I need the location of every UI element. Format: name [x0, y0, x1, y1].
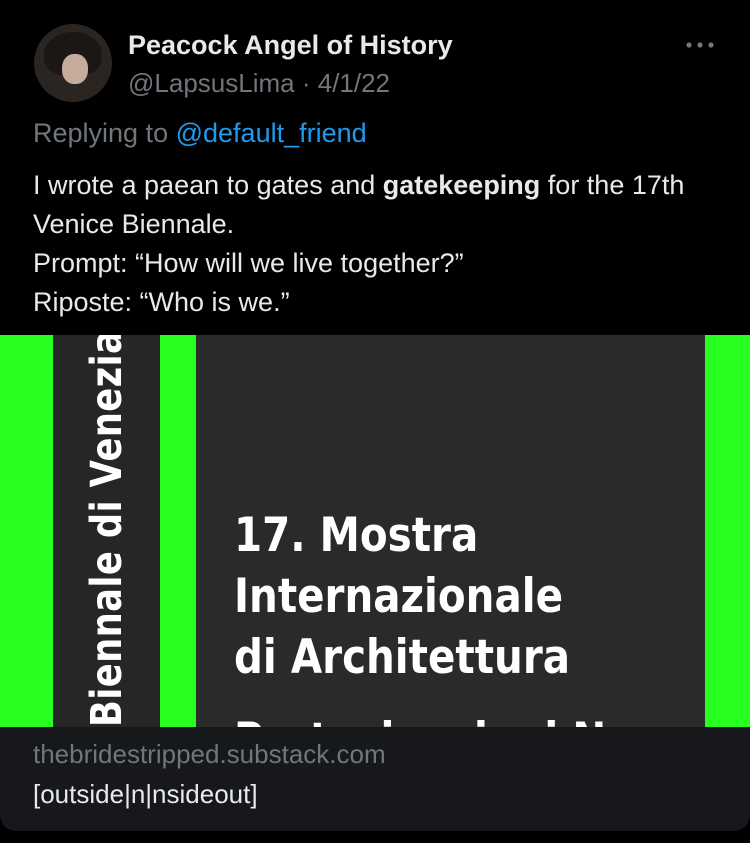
image-subtitle-cut: Partecipazioni Nazionali	[234, 713, 654, 727]
card-domain: thebridestripped.substack.com	[33, 739, 386, 769]
green-stripe	[160, 335, 196, 727]
replying-to-link[interactable]: @default_friend	[176, 118, 367, 148]
author-name[interactable]: Peacock Angel of History	[128, 30, 453, 61]
vertical-text: Biennale di Venezia	[82, 335, 132, 727]
tweet-text-line3: Riposte: “Who is we.”	[33, 287, 290, 317]
tweet-text-bold: gatekeeping	[382, 170, 541, 200]
tweet-text: I wrote a paean to gates and gatekeeping…	[33, 166, 723, 322]
image-title-line: Internazionale	[234, 569, 564, 624]
avatar[interactable]	[34, 24, 112, 102]
replying-prefix: Replying to	[33, 118, 169, 148]
more-icon[interactable]	[680, 34, 720, 58]
tweet-date[interactable]: 4/1/22	[318, 68, 390, 98]
meta-separator: ·	[301, 68, 311, 98]
tweet-text-part: I wrote a paean to gates and	[33, 170, 383, 200]
image-subtitle: Partecipazioni Nazionali	[234, 713, 654, 727]
tweet-text-line2: Prompt: “How will we live together?”	[33, 248, 464, 278]
image-title: 17. Mostra Internazionale di Architettur…	[234, 505, 570, 688]
tweet-meta: @LapsusLima · 4/1/22	[128, 68, 390, 99]
image-title-line: di Architettura	[234, 630, 571, 685]
card-title: [outside|n|nsideout]	[33, 779, 258, 809]
author-handle[interactable]: @LapsusLima	[128, 68, 295, 98]
card-footer[interactable]: thebridestripped.substack.com [outside|n…	[0, 727, 750, 831]
replying-to: Replying to @default_friend	[33, 118, 367, 149]
link-card[interactable]: Biennale di Venezia 17. Mostra Internazi…	[0, 335, 750, 831]
image-title-line: 17. Mostra	[234, 508, 479, 563]
green-stripe	[705, 335, 750, 727]
tweet-text-line1: I wrote a paean to gates and gatekeeping…	[33, 166, 723, 244]
card-image[interactable]: Biennale di Venezia 17. Mostra Internazi…	[0, 335, 750, 727]
tweet: Peacock Angel of History @LapsusLima · 4…	[0, 0, 750, 843]
green-stripe	[0, 335, 53, 727]
